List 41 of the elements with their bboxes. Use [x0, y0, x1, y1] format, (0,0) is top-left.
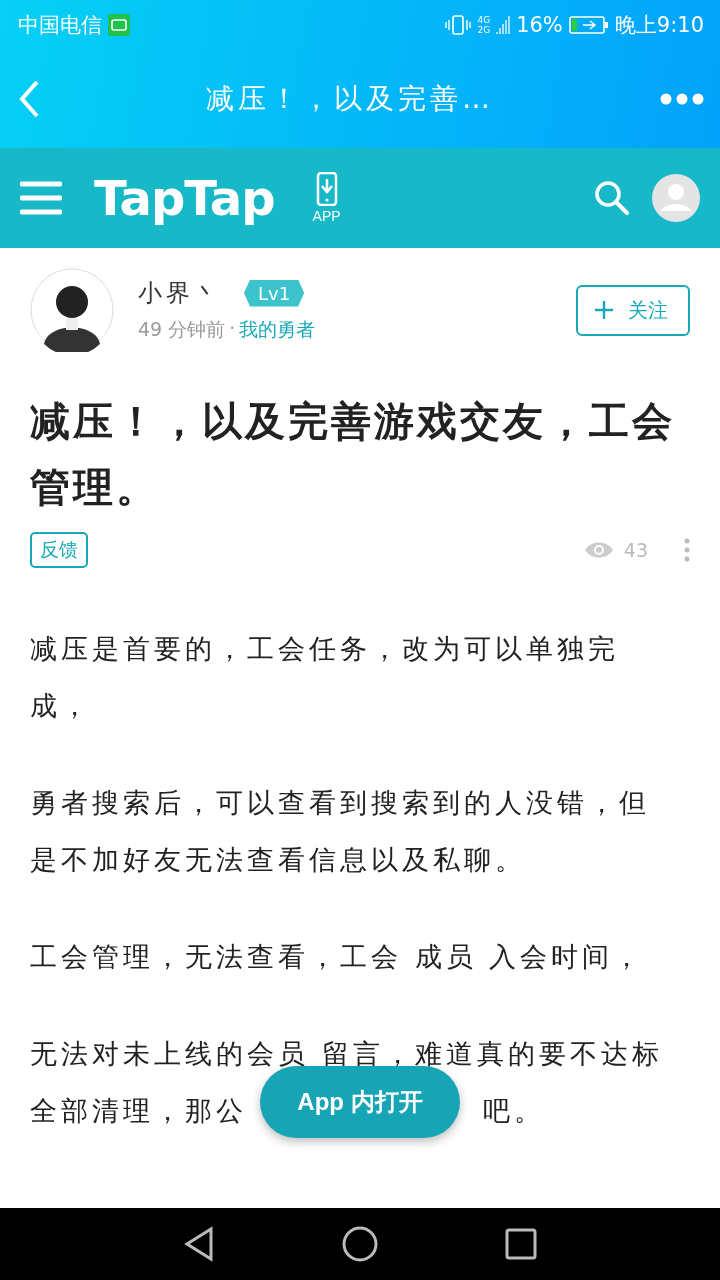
network-label: 2G — [477, 25, 491, 35]
more-options-button[interactable] — [684, 538, 690, 562]
separator-dot: · — [229, 317, 236, 341]
user-role[interactable]: 我的勇者 — [239, 317, 316, 343]
clock-time: 晚上9:10 — [614, 12, 704, 39]
user-avatar-icon[interactable] — [30, 268, 114, 352]
vibrate-icon — [445, 14, 472, 36]
post-title: 减压！，以及完善游戏交友，工会管理。 — [30, 397, 676, 512]
site-logo[interactable]: TapTap — [94, 170, 275, 226]
back-icon[interactable] — [183, 1226, 216, 1262]
post-time: 49 分钟前 — [138, 317, 226, 342]
open-in-app-button[interactable]: App 内打开 — [260, 1066, 460, 1138]
app-download-button[interactable]: APP — [312, 172, 341, 224]
paragraph-line: 是不加好友无法查看信息以及私聊。 — [30, 843, 526, 877]
account-avatar-button[interactable] — [652, 174, 700, 222]
video-app-icon — [108, 14, 130, 36]
paragraph-line: 减压是首要的，工会任务，改为可以单独完 — [30, 632, 619, 666]
network-label: 4G — [477, 15, 491, 25]
paragraph-line: 勇者搜索后，可以查看到搜索到的人没错，但 — [30, 786, 650, 820]
battery-icon — [568, 15, 609, 35]
search-button[interactable] — [594, 180, 630, 216]
battery-percent: 16% — [516, 13, 563, 37]
paragraph-line: 成， — [30, 689, 92, 723]
signal-icon — [496, 14, 511, 36]
level-badge: Lv1 — [244, 279, 305, 307]
paragraph-text: 吧。 — [483, 1095, 545, 1126]
back-button[interactable] — [18, 80, 40, 118]
menu-button[interactable] — [20, 180, 62, 216]
follow-button[interactable]: 关注 — [576, 284, 690, 336]
plus-icon — [594, 300, 614, 320]
view-count: 43 — [623, 539, 648, 561]
page-title: 减压！，以及完善… — [206, 81, 494, 117]
recents-icon[interactable] — [504, 1228, 537, 1260]
paragraph-line: 工会管理，无法查看，工会 成员 入会时间， — [30, 940, 645, 974]
more-button[interactable] — [660, 93, 704, 105]
paragraph-text: 全部清理，那公 — [30, 1095, 247, 1126]
user-name[interactable]: 小界丶 — [138, 277, 222, 309]
views-icon — [583, 540, 614, 560]
category-tag[interactable]: 反馈 — [30, 532, 88, 568]
home-icon[interactable] — [342, 1226, 378, 1262]
carrier-name: 中国电信 — [18, 12, 102, 39]
